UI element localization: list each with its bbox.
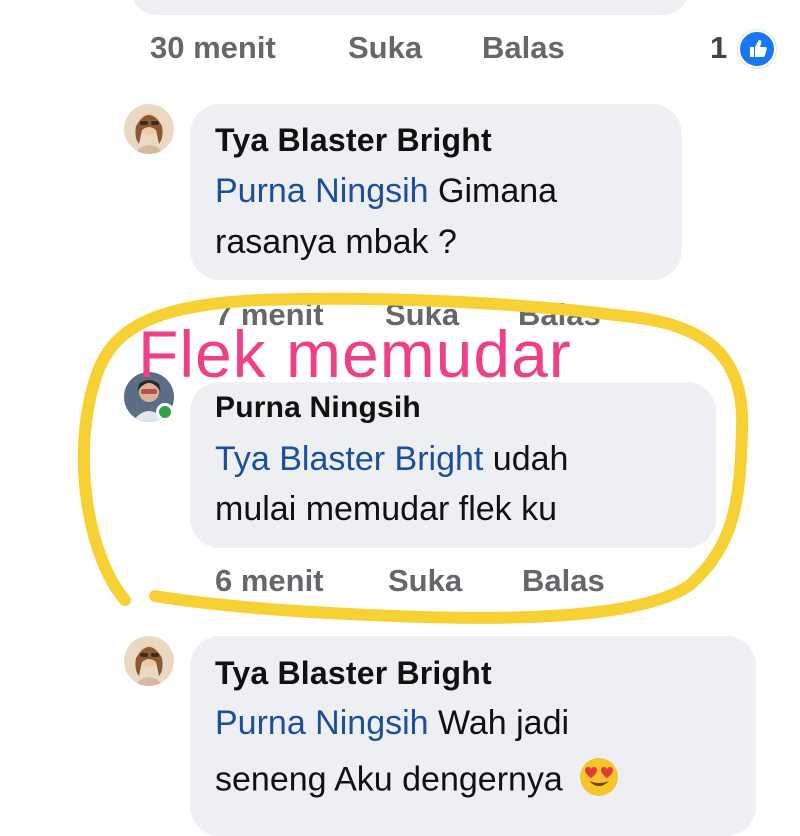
reply-text-line1: Purna Ningsih Wah jadi (215, 704, 569, 743)
reply-author[interactable]: Purna Ningsih (215, 391, 421, 425)
reply-text: Wah jadi (428, 704, 570, 742)
reply-link[interactable]: Balas (522, 563, 605, 599)
reply-text: seneng Aku dengernya (215, 760, 563, 799)
reply-author[interactable]: Tya Blaster Bright (215, 122, 492, 159)
online-status-icon (156, 403, 174, 421)
mention-link[interactable]: Purna Ningsih (215, 704, 429, 742)
reply-text-line1: Purna Ningsih Gimana (215, 172, 557, 211)
previous-comment-bubble (130, 0, 690, 15)
reply-author[interactable]: Tya Blaster Bright (215, 655, 492, 692)
reaction-count[interactable]: 1 (710, 30, 727, 66)
annotation-text: Flek memudar (138, 317, 572, 391)
reply-text-line2: mulai memudar flek ku (215, 490, 558, 528)
avatar-tya[interactable] (124, 636, 174, 686)
reply-text-line1: Tya Blaster Bright udah (215, 440, 568, 479)
like-link[interactable]: Suka (388, 563, 462, 599)
reply-text: udah (483, 440, 569, 478)
thumbs-up-icon (738, 30, 776, 68)
comment-time: 30 menit (150, 30, 276, 65)
reply-text: Gimana (428, 172, 558, 210)
reply-text-line2: seneng Aku dengernya (215, 756, 620, 807)
heart-eyes-emoji-icon (578, 756, 620, 807)
comment-meta-row: 30 menit (150, 30, 276, 66)
like-link[interactable]: Suka (348, 30, 422, 66)
avatar-tya[interactable] (124, 104, 174, 154)
reply-text-line2: rasanya mbak ? (215, 223, 457, 261)
mention-link[interactable]: Tya Blaster Bright (215, 440, 483, 478)
reply-time: 6 menit (215, 563, 324, 598)
reply-link[interactable]: Balas (482, 30, 565, 66)
mention-link[interactable]: Purna Ningsih (215, 172, 429, 210)
